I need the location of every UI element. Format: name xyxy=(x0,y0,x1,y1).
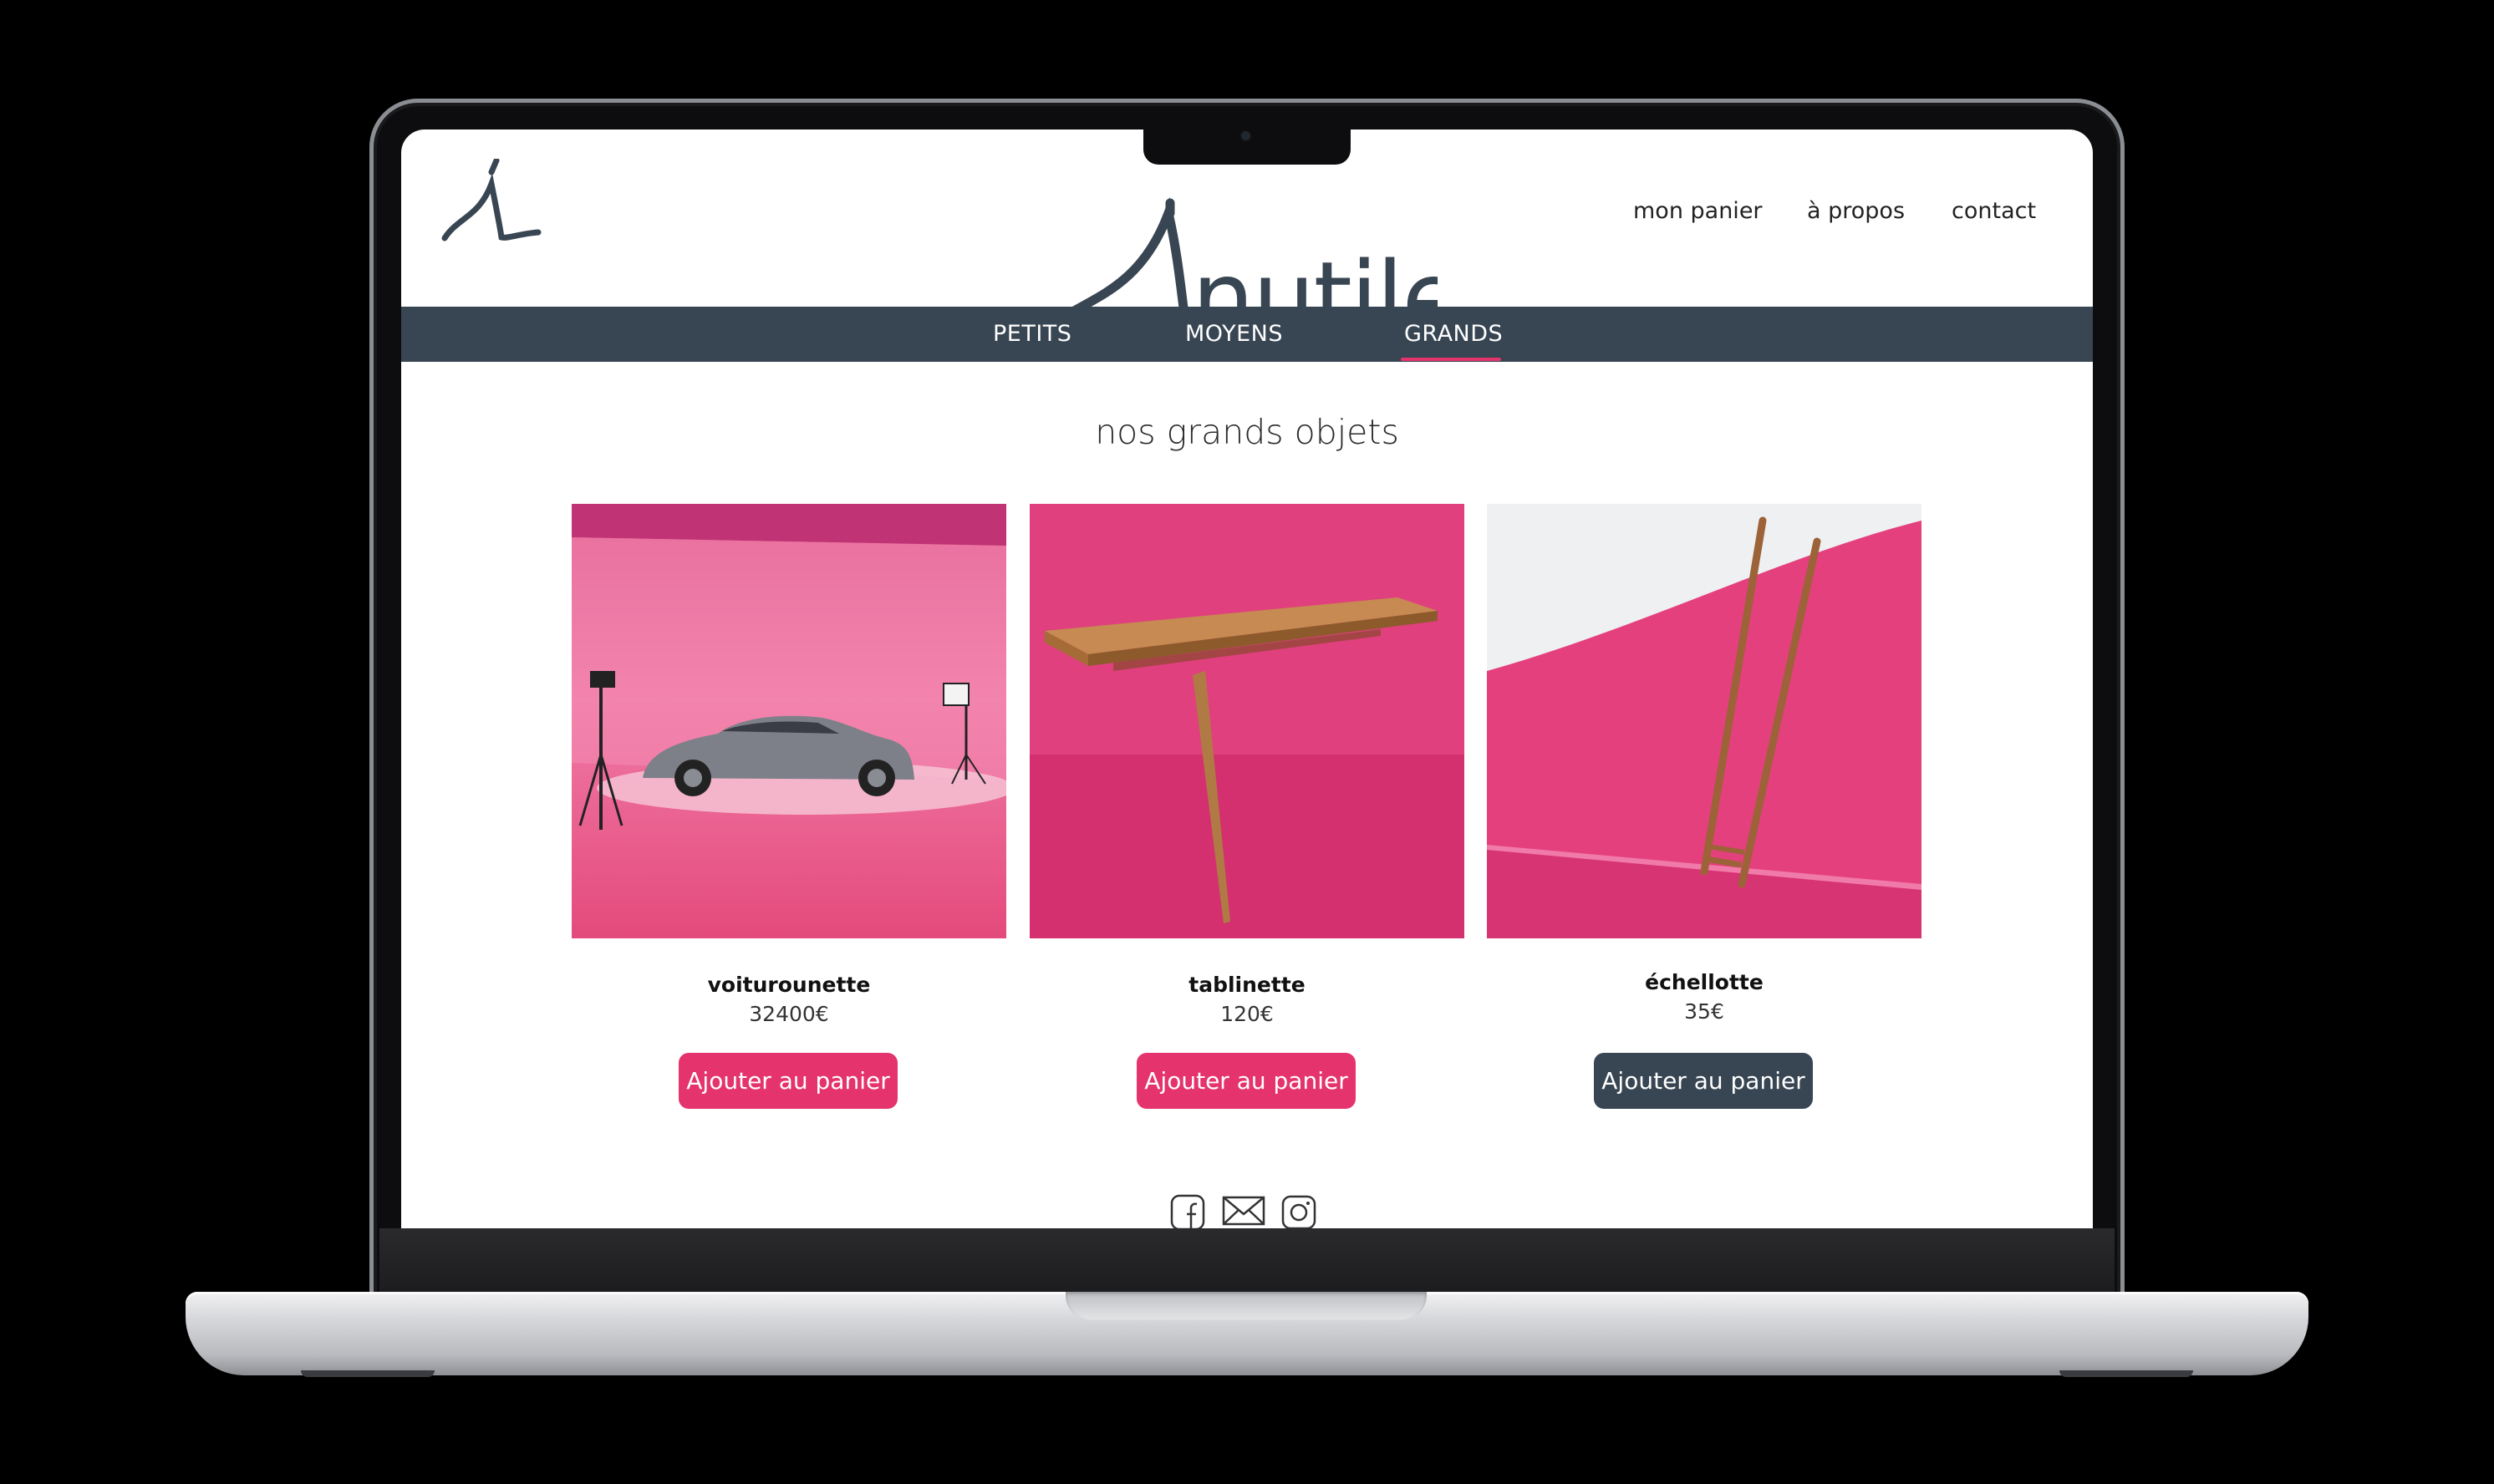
product-price: 120€ xyxy=(1220,1002,1274,1026)
nav-link-contact[interactable]: contact xyxy=(1952,198,2036,224)
facebook-icon[interactable] xyxy=(1170,1194,1207,1228)
product-image-car[interactable] xyxy=(572,504,1006,938)
product-name: tablinette xyxy=(1188,973,1306,997)
nav-link-a-propos[interactable]: à propos xyxy=(1807,198,1905,224)
add-to-cart-button[interactable]: Ajouter au panier xyxy=(1594,1053,1813,1109)
nav-link-mon-panier[interactable]: mon panier xyxy=(1633,198,1763,224)
laptop-foot-right xyxy=(2059,1370,2193,1377)
category-tab-moyens[interactable]: MOYENS xyxy=(1185,321,1283,347)
active-category-indicator xyxy=(1401,358,1501,361)
product-image-ladder[interactable] xyxy=(1487,504,1921,938)
product-price: 35€ xyxy=(1684,999,1724,1024)
mail-icon[interactable] xyxy=(1222,1194,1265,1227)
page-heading: nos grands objets xyxy=(1095,412,1399,452)
brand-logo-small[interactable] xyxy=(441,159,558,246)
social-links xyxy=(1170,1194,1329,1228)
product-image-table[interactable] xyxy=(1030,504,1464,938)
category-tab-grands[interactable]: GRANDS xyxy=(1404,321,1503,347)
webcam xyxy=(1241,131,1250,140)
browser-viewport: nutile mon panier à propos contact PETIT… xyxy=(401,130,2093,1228)
product-name: échellotte xyxy=(1645,970,1764,994)
category-tab-petits[interactable]: PETITS xyxy=(993,321,1071,347)
instagram-icon[interactable] xyxy=(1280,1194,1319,1228)
product-name: voiturounette xyxy=(707,973,871,997)
laptop-opening-groove xyxy=(1066,1292,1427,1320)
laptop-foot-left xyxy=(301,1370,435,1377)
add-to-cart-button[interactable]: Ajouter au panier xyxy=(1137,1053,1356,1109)
laptop-chin xyxy=(379,1228,2115,1295)
add-to-cart-button[interactable]: Ajouter au panier xyxy=(679,1053,898,1109)
product-price: 32400€ xyxy=(749,1002,829,1026)
